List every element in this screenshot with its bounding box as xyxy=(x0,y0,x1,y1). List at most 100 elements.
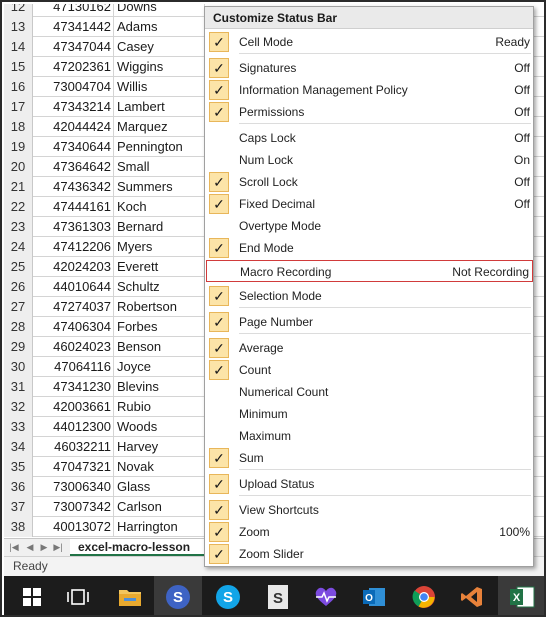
cell-name[interactable]: Myers xyxy=(115,237,205,257)
row-header[interactable]: 35 xyxy=(4,457,33,477)
task-view-icon[interactable] xyxy=(54,576,102,615)
cell-name[interactable]: Robertson xyxy=(115,297,205,317)
cell-name[interactable]: Benson xyxy=(115,337,205,357)
cell-id[interactable]: 40013072 xyxy=(34,517,114,537)
cell-id[interactable]: 73004704 xyxy=(34,77,114,97)
menu-item-information-management-policy[interactable]: ✓ Information Management Policy Off xyxy=(205,79,533,101)
cell-name[interactable]: Joyce xyxy=(115,357,205,377)
file-explorer-icon[interactable] xyxy=(106,576,154,615)
cell-id[interactable]: 47047321 xyxy=(34,457,114,477)
cell-id[interactable]: 47361303 xyxy=(34,217,114,237)
menu-item-overtype-mode[interactable]: Overtype Mode xyxy=(205,215,533,237)
cell-name[interactable]: Bernard xyxy=(115,217,205,237)
prev-sheet-icon[interactable]: ◀ xyxy=(24,541,36,554)
cell-id[interactable]: 44010644 xyxy=(34,277,114,297)
menu-item-numerical-count[interactable]: Numerical Count xyxy=(205,381,533,403)
row-header[interactable]: 32 xyxy=(4,397,33,417)
row-header[interactable]: 15 xyxy=(4,57,33,77)
menu-item-macro-recording[interactable]: Macro Recording Not Recording xyxy=(206,260,533,282)
menu-item-selection-mode[interactable]: ✓ Selection Mode xyxy=(205,285,533,307)
last-sheet-icon[interactable]: ▶| xyxy=(52,541,64,554)
cell-name[interactable]: Blevins xyxy=(115,377,205,397)
outlook-icon[interactable]: O xyxy=(350,576,398,615)
row-header[interactable]: 23 xyxy=(4,217,33,237)
first-sheet-icon[interactable]: |◀ xyxy=(8,541,20,554)
cell-name[interactable]: Harvey xyxy=(115,437,205,457)
cell-name[interactable]: Forbes xyxy=(115,317,205,337)
row-header[interactable]: 12 xyxy=(4,4,33,17)
row-header[interactable]: 34 xyxy=(4,437,33,457)
cell-id[interactable]: 44012300 xyxy=(34,417,114,437)
row-header[interactable]: 29 xyxy=(4,337,33,357)
row-header[interactable]: 36 xyxy=(4,477,33,497)
cell-id[interactable]: 47341230 xyxy=(34,377,114,397)
cell-name[interactable]: Glass xyxy=(115,477,205,497)
cell-name[interactable]: Schultz xyxy=(115,277,205,297)
cell-name[interactable]: Koch xyxy=(115,197,205,217)
menu-item-scroll-lock[interactable]: ✓ Scroll Lock Off xyxy=(205,171,533,193)
cell-id[interactable]: 47274037 xyxy=(34,297,114,317)
cell-name[interactable]: Downs xyxy=(115,4,205,17)
cell-id[interactable]: 47064116 xyxy=(34,357,114,377)
cell-name[interactable]: Novak xyxy=(115,457,205,477)
skype-icon[interactable]: S xyxy=(204,576,252,615)
menu-item-count[interactable]: ✓ Count xyxy=(205,359,533,381)
cell-id[interactable]: 47347044 xyxy=(34,37,114,57)
cell-id[interactable]: 47340644 xyxy=(34,137,114,157)
row-header[interactable]: 14 xyxy=(4,37,33,57)
cell-name[interactable]: Summers xyxy=(115,177,205,197)
cell-id[interactable]: 47436342 xyxy=(34,177,114,197)
menu-item-end-mode[interactable]: ✓ End Mode xyxy=(205,237,533,259)
cell-name[interactable]: Small xyxy=(115,157,205,177)
cell-name[interactable]: Carlson xyxy=(115,497,205,517)
cell-id[interactable]: 47444161 xyxy=(34,197,114,217)
row-header[interactable]: 13 xyxy=(4,17,33,37)
cell-name[interactable]: Pennington xyxy=(115,137,205,157)
menu-item-signatures[interactable]: ✓ Signatures Off xyxy=(205,57,533,79)
row-header[interactable]: 26 xyxy=(4,277,33,297)
menu-item-caps-lock[interactable]: Caps Lock Off xyxy=(205,127,533,149)
cell-id[interactable]: 47202361 xyxy=(34,57,114,77)
cell-name[interactable]: Adams xyxy=(115,17,205,37)
cell-id[interactable]: 47364642 xyxy=(34,157,114,177)
row-header[interactable]: 25 xyxy=(4,257,33,277)
cell-name[interactable]: Casey xyxy=(115,37,205,57)
skype-business-icon[interactable]: S xyxy=(154,576,202,615)
row-header[interactable]: 18 xyxy=(4,117,33,137)
visual-studio-icon[interactable] xyxy=(448,576,496,615)
menu-item-maximum[interactable]: Maximum xyxy=(205,425,533,447)
sway-icon[interactable]: S xyxy=(254,576,302,615)
menu-item-minimum[interactable]: Minimum xyxy=(205,403,533,425)
menu-item-fixed-decimal[interactable]: ✓ Fixed Decimal Off xyxy=(205,193,533,215)
cell-name[interactable]: Wiggins xyxy=(115,57,205,77)
menu-item-sum[interactable]: ✓ Sum xyxy=(205,447,533,469)
row-header[interactable]: 19 xyxy=(4,137,33,157)
row-header[interactable]: 17 xyxy=(4,97,33,117)
row-header[interactable]: 31 xyxy=(4,377,33,397)
row-header[interactable]: 16 xyxy=(4,77,33,97)
cell-name[interactable]: Harrington xyxy=(115,517,205,537)
cell-id[interactable]: 42024203 xyxy=(34,257,114,277)
cell-name[interactable]: Willis xyxy=(115,77,205,97)
row-header[interactable]: 28 xyxy=(4,317,33,337)
cell-name[interactable]: Woods xyxy=(115,417,205,437)
excel-icon[interactable]: X xyxy=(498,576,544,615)
health-app-icon[interactable] xyxy=(302,576,350,615)
row-header[interactable]: 33 xyxy=(4,417,33,437)
cell-name[interactable]: Rubio xyxy=(115,397,205,417)
row-header[interactable]: 20 xyxy=(4,157,33,177)
cell-id[interactable]: 47130162 xyxy=(34,4,114,17)
row-header[interactable]: 37 xyxy=(4,497,33,517)
cell-id[interactable]: 47341442 xyxy=(34,17,114,37)
cell-id[interactable]: 42003661 xyxy=(34,397,114,417)
row-header[interactable]: 38 xyxy=(4,517,33,537)
row-header[interactable]: 22 xyxy=(4,197,33,217)
menu-item-zoom[interactable]: ✓ Zoom 100% xyxy=(205,521,533,543)
cell-id[interactable]: 46024023 xyxy=(34,337,114,357)
sheet-tab-active[interactable]: excel-macro-lesson xyxy=(70,539,206,556)
menu-item-average[interactable]: ✓ Average xyxy=(205,337,533,359)
windows-start-icon[interactable] xyxy=(8,576,56,615)
menu-item-cell-mode[interactable]: ✓ Cell Mode Ready xyxy=(205,31,533,53)
menu-item-page-number[interactable]: ✓ Page Number xyxy=(205,311,533,333)
cell-id[interactable]: 46032211 xyxy=(34,437,114,457)
